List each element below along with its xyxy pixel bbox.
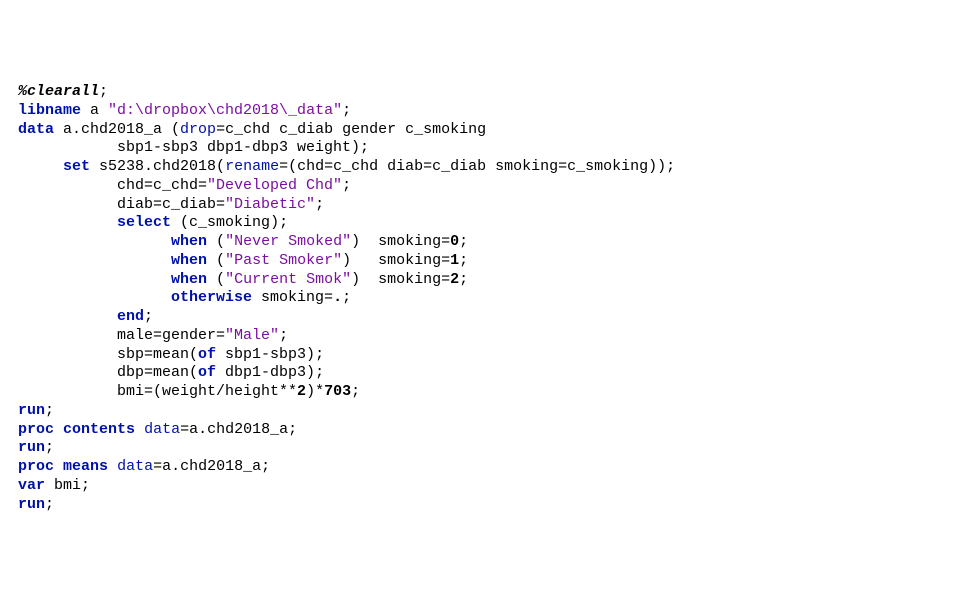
kw-data: data — [18, 121, 54, 138]
line-12: otherwise smoking=.; — [18, 289, 351, 306]
line-23: run; — [18, 496, 54, 513]
line-8: select (c_smoking); — [18, 214, 288, 231]
sas-code-block: %clearall; libname a "d:\dropbox\chd2018… — [18, 83, 942, 514]
kw-libname: libname — [18, 102, 81, 119]
kw-end: end — [117, 308, 144, 325]
line-15: sbp=mean(of sbp1-sbp3); — [18, 346, 324, 363]
opt-drop: drop — [180, 121, 216, 138]
opt-data: data — [144, 421, 180, 438]
line-4: sbp1-sbp3 dbp1-dbp3 weight); — [18, 139, 369, 156]
line-3: data a.chd2018_a (drop=c_chd c_diab gend… — [18, 121, 486, 138]
kw-when: when — [171, 233, 207, 250]
opt-rename: rename — [225, 158, 279, 175]
line-18: run; — [18, 402, 54, 419]
kw-select: select — [117, 214, 171, 231]
line-22: var bmi; — [18, 477, 90, 494]
line-2: libname a "d:\dropbox\chd2018\_data"; — [18, 102, 351, 119]
line-21: proc means data=a.chd2018_a; — [18, 458, 270, 475]
kw-means: means — [63, 458, 108, 475]
kw-set: set — [63, 158, 90, 175]
line-20: run; — [18, 439, 54, 456]
line-17: bmi=(weight/height**2)*703; — [18, 383, 360, 400]
kw-contents: contents — [63, 421, 135, 438]
kw-run: run — [18, 402, 45, 419]
line-13: end; — [18, 308, 153, 325]
macro-call: %clearall — [18, 83, 99, 100]
line-6: chd=c_chd="Developed Chd"; — [18, 177, 351, 194]
kw-var: var — [18, 477, 45, 494]
kw-when: when — [171, 252, 207, 269]
line-5: set s5238.chd2018(rename=(chd=c_chd diab… — [18, 158, 675, 175]
line-1: %clearall; — [18, 83, 108, 100]
line-19: proc contents data=a.chd2018_a; — [18, 421, 297, 438]
path-string: "d:\dropbox\chd2018\_data" — [108, 102, 342, 119]
opt-data: data — [117, 458, 153, 475]
kw-of: of — [198, 364, 216, 381]
line-9: when ("Never Smoked") smoking=0; — [18, 233, 468, 250]
kw-proc: proc — [18, 458, 54, 475]
kw-proc: proc — [18, 421, 54, 438]
kw-run: run — [18, 496, 45, 513]
line-7: diab=c_diab="Diabetic"; — [18, 196, 324, 213]
kw-when: when — [171, 271, 207, 288]
line-16: dbp=mean(of dbp1-dbp3); — [18, 364, 324, 381]
line-11: when ("Current Smok") smoking=2; — [18, 271, 468, 288]
kw-of: of — [198, 346, 216, 363]
kw-otherwise: otherwise — [171, 289, 252, 306]
line-10: when ("Past Smoker") smoking=1; — [18, 252, 468, 269]
kw-run: run — [18, 439, 45, 456]
line-14: male=gender="Male"; — [18, 327, 288, 344]
